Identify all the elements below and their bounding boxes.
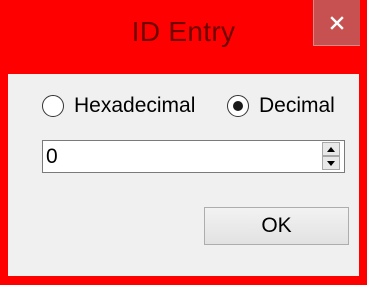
decimal-label[interactable]: Decimal <box>259 94 335 118</box>
increment-button[interactable] <box>322 142 340 156</box>
arrow-up-icon <box>327 146 335 152</box>
decrement-button[interactable] <box>322 156 340 170</box>
hexadecimal-label[interactable]: Hexadecimal <box>74 94 195 118</box>
decimal-radio-circle[interactable] <box>227 95 249 117</box>
dialog-window: ID Entry Hexadecimal Decimal 0 OK <box>0 0 367 285</box>
arrow-down-icon <box>327 160 335 166</box>
id-spinner <box>42 140 345 173</box>
decimal-radio[interactable]: Decimal <box>227 94 335 118</box>
hexadecimal-radio-circle[interactable] <box>42 95 64 117</box>
ok-button[interactable]: OK <box>204 207 349 245</box>
window-title: ID Entry <box>131 16 236 47</box>
id-input[interactable] <box>43 141 313 172</box>
close-button[interactable] <box>313 0 360 46</box>
title-bar[interactable]: ID Entry <box>0 0 367 74</box>
hexadecimal-radio[interactable]: Hexadecimal <box>42 94 195 118</box>
radio-selected-dot <box>233 101 243 111</box>
dialog-body: Hexadecimal Decimal OK <box>8 74 359 276</box>
close-icon <box>330 15 344 30</box>
